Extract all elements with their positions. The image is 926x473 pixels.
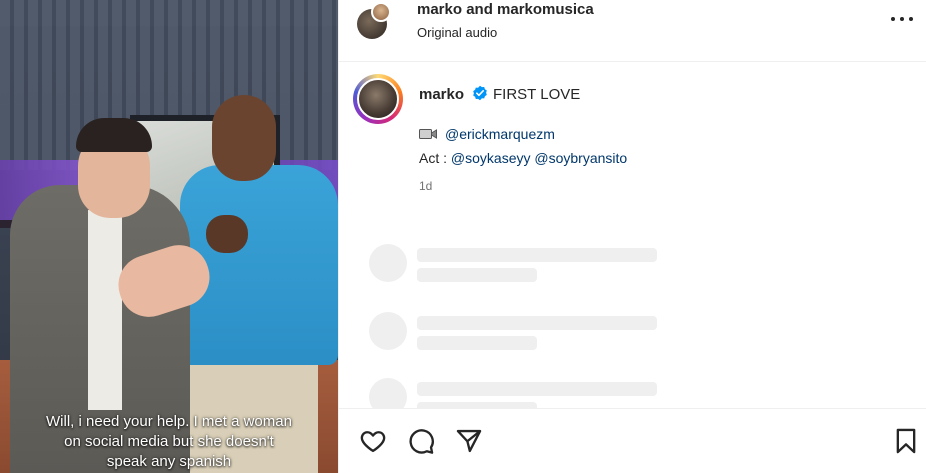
story-ring[interactable] <box>353 74 403 124</box>
bookmark-icon[interactable] <box>892 427 920 455</box>
post-header: marko and markomusica Original audio <box>339 0 926 62</box>
skeleton-line <box>417 268 537 282</box>
more-options-icon[interactable] <box>891 12 913 26</box>
video-subtitle: Will, i need your help. I met a woman on… <box>0 412 338 472</box>
dot <box>891 17 895 21</box>
caption-author-avatar[interactable] <box>357 78 399 120</box>
comment-icon[interactable] <box>407 427 435 455</box>
coauthor-avatar[interactable] <box>371 2 391 22</box>
dot <box>909 17 913 21</box>
post-timestamp[interactable]: 1d <box>419 179 432 193</box>
skeleton-avatar <box>369 312 407 350</box>
mention-link[interactable]: @erickmarquezm <box>445 126 555 142</box>
skeleton-line <box>417 336 537 350</box>
caption-username[interactable]: marko <box>419 86 464 103</box>
video-person-left-hair <box>76 118 152 152</box>
skeleton-line <box>417 382 657 396</box>
subtitle-line: on social media but she doesn't <box>64 433 274 450</box>
mention-link[interactable]: @soykaseyy <box>451 150 531 166</box>
video-person-left-shirt <box>88 210 122 410</box>
skeleton-line <box>417 248 657 262</box>
verified-badge-icon <box>473 85 487 101</box>
reel-video[interactable]: Will, i need your help. I met a woman on… <box>0 0 338 473</box>
caption-title: FIRST LOVE <box>493 86 581 103</box>
video-person-right-head <box>212 95 276 181</box>
act-label: Act : <box>419 150 448 166</box>
post-details-panel: marko and markomusica Original audio mar… <box>338 0 926 473</box>
post-action-bar <box>339 408 926 473</box>
mention-link[interactable]: @soybryansito <box>534 150 627 166</box>
dot <box>900 17 904 21</box>
heart-icon[interactable] <box>359 427 387 455</box>
skeleton-line <box>417 316 657 330</box>
caption-act-line: Act : @soykaseyy @soybryansito <box>419 150 627 166</box>
caption-credit-line: @erickmarquezm <box>419 126 555 142</box>
skeleton-avatar <box>369 244 407 282</box>
video-camera-icon <box>419 129 437 139</box>
audio-link[interactable]: Original audio <box>417 25 497 40</box>
video-person-right-hand <box>206 215 248 253</box>
post-modal: Will, i need your help. I met a woman on… <box>0 0 926 473</box>
subtitle-line: Will, i need your help. I met a woman <box>46 413 292 430</box>
subtitle-line: speak any spanish <box>106 453 232 470</box>
send-icon[interactable] <box>455 427 483 455</box>
post-authors[interactable]: marko and markomusica <box>417 1 594 18</box>
